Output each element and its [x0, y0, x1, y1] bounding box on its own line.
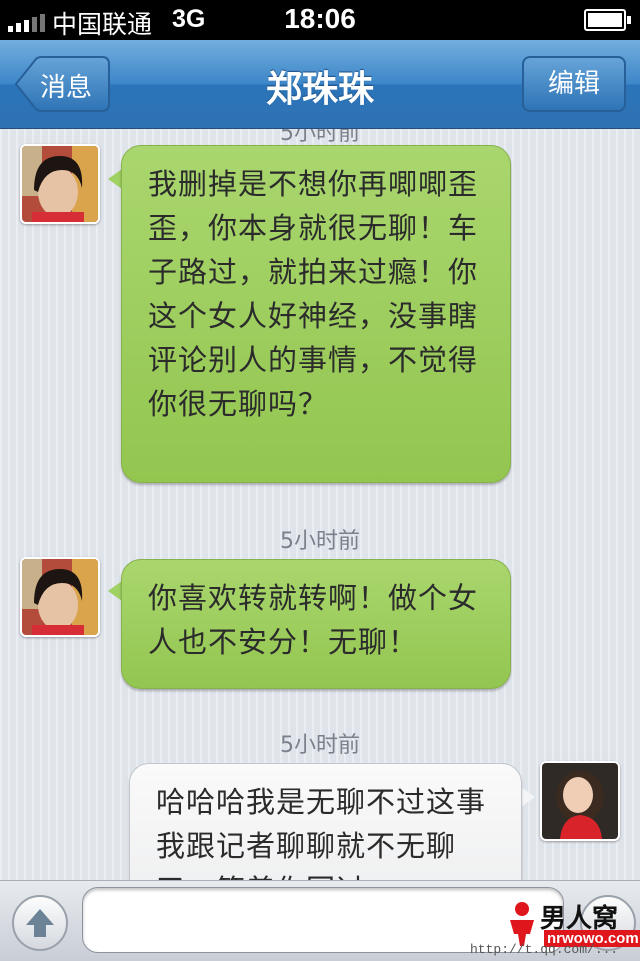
message-bubble-outgoing[interactable]: 哈哈哈我是无聊不过这事我跟记者聊聊就不无聊了，等着你回过 — [129, 763, 522, 880]
contact-avatar[interactable] — [20, 144, 100, 224]
expand-button[interactable] — [12, 895, 68, 951]
my-photo-icon — [542, 763, 618, 839]
bubble-tail — [521, 787, 535, 807]
bubble-tail — [108, 169, 122, 189]
contact-avatar[interactable] — [20, 557, 100, 637]
timestamp: 5小时前 — [280, 529, 360, 554]
my-avatar[interactable] — [540, 761, 620, 841]
message-bubble-incoming[interactable]: 我删掉是不想你再唧唧歪歪，你本身就很无聊！车子路过，就拍来过瘾！你这个女人好神经… — [121, 145, 511, 483]
timestamp: 5小时前 — [280, 733, 360, 758]
edit-button[interactable]: 编辑 — [522, 56, 626, 112]
bubble-tail — [108, 581, 122, 601]
arrow-up-icon — [26, 909, 54, 937]
chat-thread[interactable]: 5小时前 我删掉是不想你再唧唧歪歪，你本身就很无聊！车子路过，就拍来过瘾！你这个… — [0, 129, 640, 880]
message-text: 你喜欢转就转啊！做个女人也不安分！无聊！ — [148, 581, 479, 659]
message-text: 我删掉是不想你再唧唧歪歪，你本身就很无聊！车子路过，就拍来过瘾！你这个女人好神经… — [148, 167, 479, 421]
status-bar: 中国联通 3G 18:06 — [0, 0, 640, 40]
battery-icon — [584, 9, 631, 31]
navigation-bar: 消息 郑珠珠 编辑 — [0, 40, 640, 129]
contact-photo-icon — [22, 146, 98, 222]
person-logo-icon — [510, 902, 534, 946]
contact-photo-icon — [22, 559, 98, 635]
message-bubble-incoming[interactable]: 你喜欢转就转啊！做个女人也不安分！无聊！ — [121, 559, 511, 689]
watermark-url: http://t.qq.com/... — [470, 942, 619, 957]
status-time: 18:06 — [284, 3, 356, 34]
message-text: 哈哈哈我是无聊不过这事我跟记者聊聊就不无聊了，等着你回过 — [156, 785, 487, 880]
